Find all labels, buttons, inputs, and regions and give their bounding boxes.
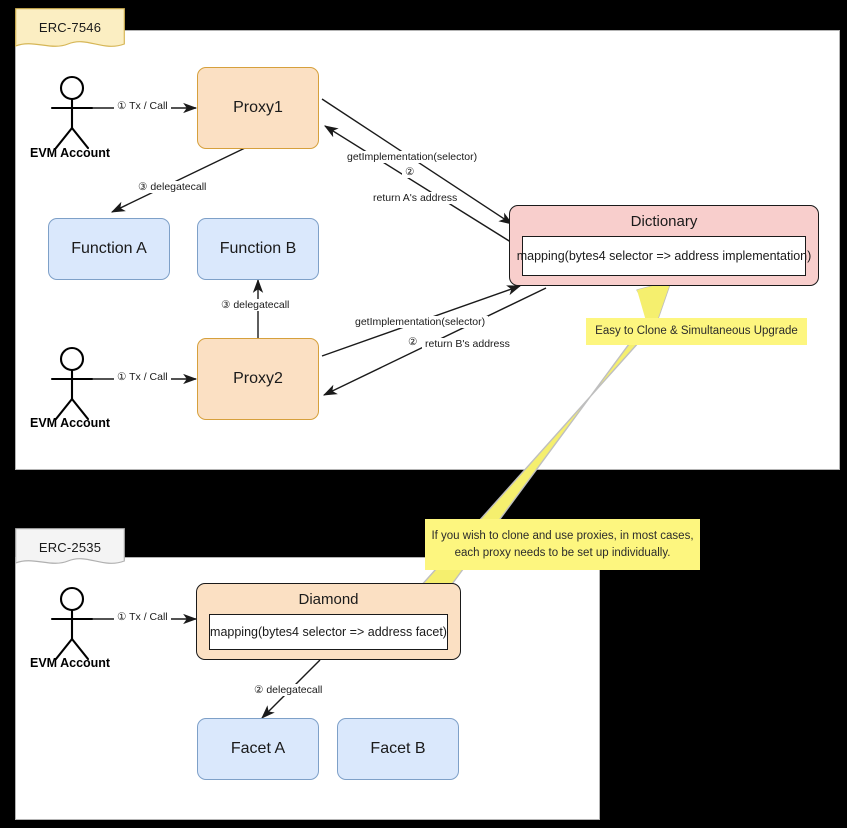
diagram-canvas: ERC-7546 ERC-2535 EVM Account EVM Accoun… — [0, 0, 847, 828]
node-proxy1-label: Proxy1 — [233, 99, 283, 116]
label-proxy2-functionb: ③ delegatecall — [218, 299, 293, 311]
node-proxy1[interactable]: Proxy1 — [197, 67, 319, 149]
callout-clone-note: If you wish to clone and use proxies, in… — [425, 519, 700, 570]
label-account1-proxy1: ① Tx / Call — [114, 100, 171, 112]
node-diamond[interactable]: Diamond mapping(bytes4 selector => addre… — [196, 583, 461, 660]
label-proxy2-dictionary-step: ② — [405, 336, 421, 348]
node-dictionary-title: Dictionary — [630, 213, 698, 230]
callout-clone-note-line2: each proxy needs to be set up individual… — [454, 546, 671, 559]
callout-clone-note-line1: If you wish to clone and use proxies, in… — [431, 529, 694, 542]
node-diamond-title: Diamond — [298, 591, 359, 608]
node-proxy2-label: Proxy2 — [233, 370, 283, 387]
label-account3-diamond: ① Tx / Call — [114, 611, 171, 623]
label-proxy1-dictionary: getImplementation(selector) — [344, 151, 481, 163]
actor-evm-account-3-figure — [50, 586, 94, 661]
node-facet-b-label: Facet B — [370, 740, 426, 757]
label-dictionary-proxy1: return A's address — [370, 192, 461, 204]
actor-evm-account-2-figure — [50, 346, 94, 421]
label-proxy2-dictionary: getImplementation(selector) — [352, 316, 489, 328]
callout-upgrade-note: Easy to Clone & Simultaneous Upgrade — [586, 318, 807, 345]
node-diamond-mapping-text: mapping(bytes4 selector => address facet… — [210, 625, 447, 639]
label-diamond-faceta: ② delegatecall — [251, 684, 326, 696]
node-dictionary-mapping-box: mapping(bytes4 selector => address imple… — [517, 236, 811, 276]
node-facet-b[interactable]: Facet B — [337, 718, 459, 780]
label-proxy1-functiona: ③ delegatecall — [135, 181, 210, 193]
node-function-a-label: Function A — [71, 240, 147, 257]
label-dictionary-proxy2: return B's address — [422, 338, 513, 350]
node-diamond-mapping-box: mapping(bytes4 selector => address facet… — [209, 614, 448, 650]
label-proxy1-dictionary-step: ② — [402, 166, 418, 178]
actor-evm-account-3-caption: EVM Account — [30, 656, 111, 670]
callout-upgrade-note-text: Easy to Clone & Simultaneous Upgrade — [595, 325, 798, 338]
node-function-a[interactable]: Function A — [48, 218, 170, 280]
actor-evm-account-1-figure — [50, 75, 94, 150]
node-facet-a[interactable]: Facet A — [197, 718, 319, 780]
node-proxy2[interactable]: Proxy2 — [197, 338, 319, 420]
actor-evm-account-1-caption: EVM Account — [30, 146, 111, 160]
node-function-b[interactable]: Function B — [197, 218, 319, 280]
node-function-b-label: Function B — [219, 240, 297, 257]
actor-evm-account-2-caption: EVM Account — [30, 416, 111, 430]
node-dictionary-mapping-text: mapping(bytes4 selector => address imple… — [516, 249, 812, 263]
label-account2-proxy2: ① Tx / Call — [114, 371, 171, 383]
node-dictionary[interactable]: Dictionary mapping(bytes4 selector => ad… — [509, 205, 819, 286]
actor-layer — [50, 75, 94, 661]
node-facet-a-label: Facet A — [230, 740, 286, 757]
